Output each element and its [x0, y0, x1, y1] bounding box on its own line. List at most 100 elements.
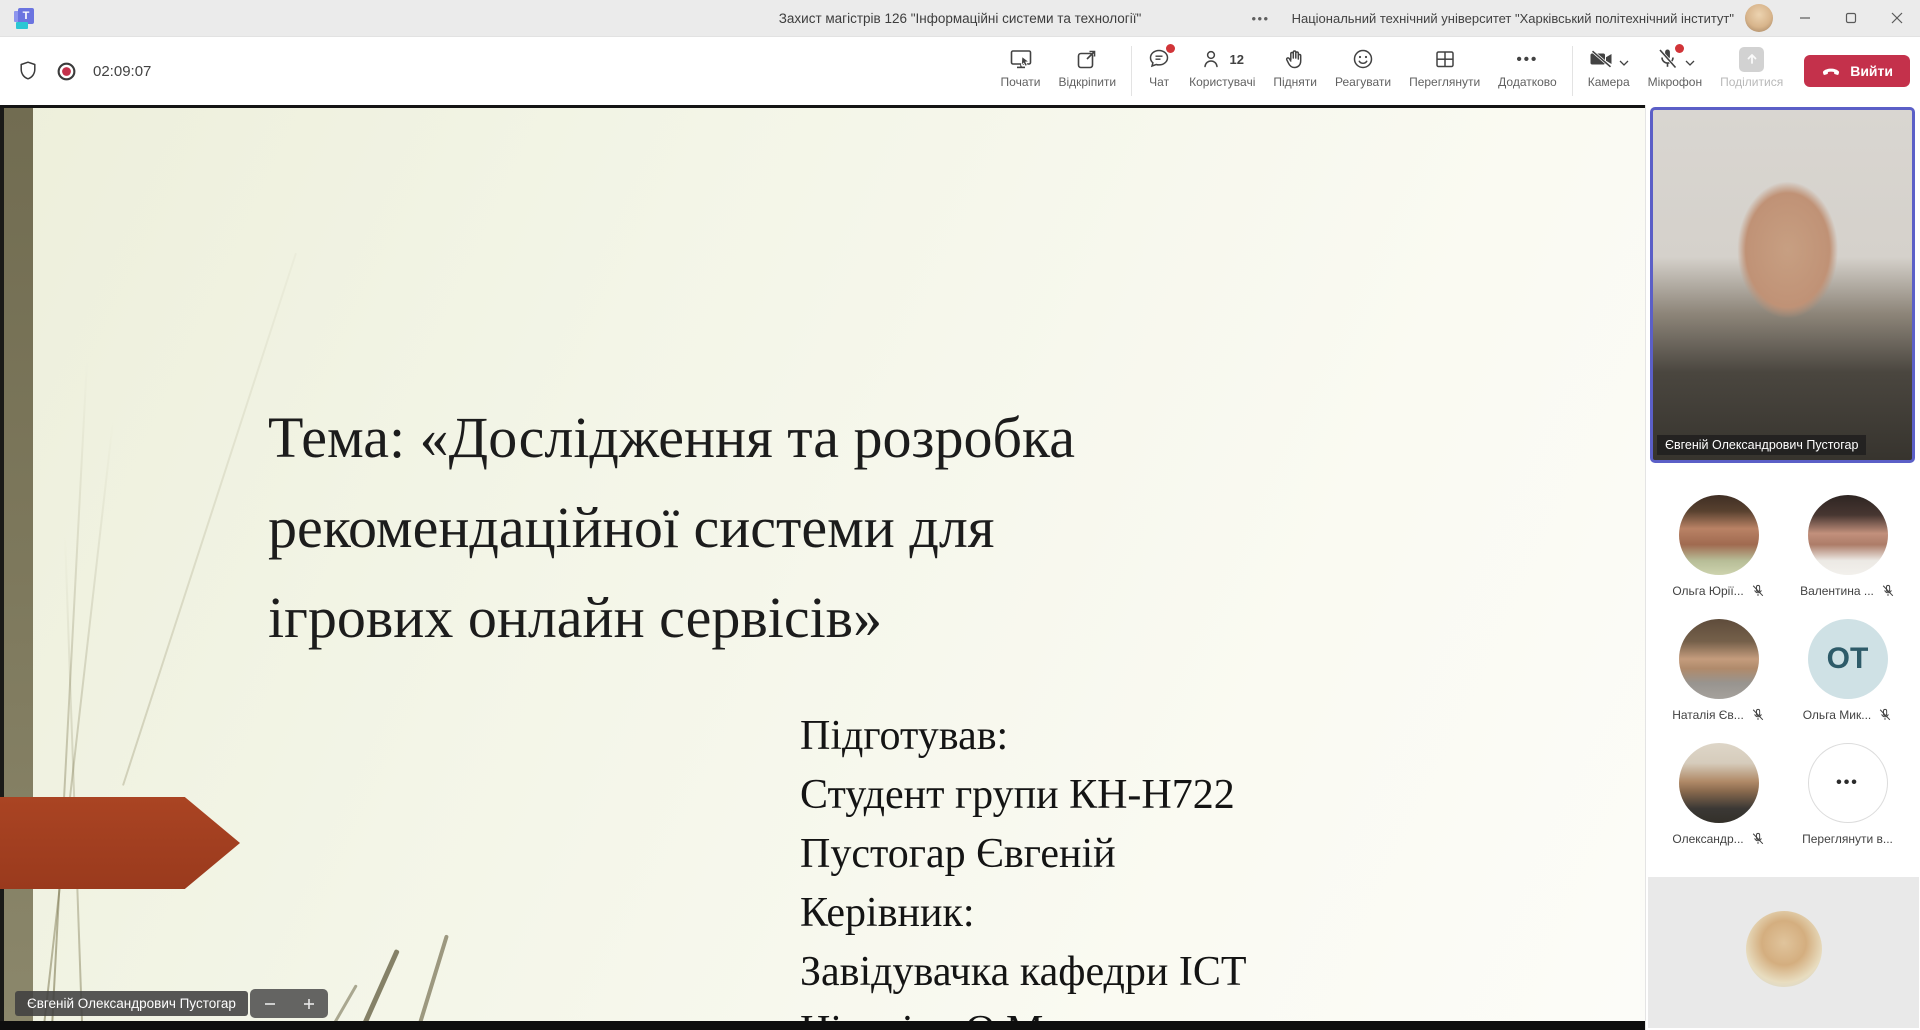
participant-avatar [1679, 619, 1759, 699]
share-screen-button[interactable]: Почати [992, 37, 1050, 105]
zoom-out-button[interactable] [255, 991, 285, 1016]
participant-avatar [1679, 743, 1759, 823]
popout-icon [1075, 47, 1099, 71]
toolbar-divider [1131, 46, 1132, 96]
ellipsis-icon: ••• [1517, 51, 1539, 68]
slide-red-arrow [0, 797, 240, 889]
participant-name: Валентина ... [1800, 584, 1874, 598]
react-button[interactable]: Реагувати [1326, 37, 1400, 105]
meeting-toolbar: 02:09:07 Почати [0, 37, 1920, 105]
recording-indicator-icon [55, 60, 78, 83]
camera-button[interactable]: Камера [1579, 37, 1639, 105]
mic-off-icon [1881, 584, 1895, 598]
wheat-decoration [314, 949, 400, 1030]
mic-off-icon [1751, 832, 1765, 846]
teams-meeting-window: T Захист магістрів 126 "Інформаційні сис… [0, 0, 1920, 1030]
titlebar-overflow-icon[interactable]: ••• [1251, 11, 1269, 26]
user-avatar[interactable] [1745, 4, 1773, 32]
active-speaker-name: Євгеній Олександрович Пустогар [1657, 435, 1866, 455]
participant-name: Наталія Єв... [1672, 708, 1744, 722]
chat-label: Чат [1149, 75, 1169, 89]
more-button[interactable]: ••• Додатково [1489, 37, 1566, 105]
maximize-button[interactable] [1828, 0, 1874, 36]
meeting-title: Захист магістрів 126 "Інформаційні систе… [779, 11, 1141, 26]
participant-tile[interactable]: ОТ Ольга Мик... [1783, 619, 1912, 723]
toolbar-divider [1572, 46, 1573, 96]
leave-button[interactable]: Вийти [1804, 55, 1910, 87]
self-video-tile[interactable] [1648, 877, 1919, 1028]
toolbar-buttons: Почати Відкріпити [992, 37, 1920, 105]
presenter-name-pill: Євгеній Олександрович Пустогар [15, 991, 248, 1016]
shared-slide-area: Тема: «Дослідження та розробка рекоменда… [0, 105, 1645, 1030]
participant-name: Олександр... [1672, 832, 1743, 846]
slide-title: Тема: «Дослідження та розробка рекоменда… [268, 393, 1075, 663]
mic-button[interactable]: Мікрофон [1639, 37, 1711, 105]
slide-body-line: Завідувачка кафедри ІСТ [800, 943, 1247, 1002]
share-arrow-icon [1739, 47, 1764, 72]
titlebar-right: ••• Національний технічний університет "… [1251, 0, 1920, 36]
unpin-button[interactable]: Відкріпити [1049, 37, 1125, 105]
participant-name: Переглянути в... [1802, 832, 1893, 846]
unpin-label: Відкріпити [1058, 75, 1116, 89]
slide-title-line: Тема: «Дослідження та розробка [268, 393, 1075, 483]
people-label: Користувачі [1189, 75, 1255, 89]
participant-tile[interactable]: Валентина ... [1783, 495, 1912, 599]
meeting-timer: 02:09:07 [93, 63, 151, 80]
slide-body-line: Підготував: [800, 707, 1247, 766]
people-icon [1201, 47, 1225, 71]
participant-tile[interactable]: Ольга Юрії... [1654, 495, 1783, 599]
people-button[interactable]: 12 Користувачі [1180, 37, 1264, 105]
slide-title-line: рекомендаційної системи для [268, 483, 1075, 573]
slide-bottom-bar [0, 1021, 1645, 1030]
participant-name: Ольга Юрії... [1672, 584, 1743, 598]
minimize-button[interactable] [1782, 0, 1828, 36]
participants-panel: Євгеній Олександрович Пустогар Ольга Юрі… [1645, 105, 1920, 1030]
shield-icon[interactable] [16, 59, 40, 83]
chat-notification-dot [1166, 44, 1175, 53]
share-content-label: Поділитися [1720, 75, 1783, 89]
teams-logo-icon: T [13, 7, 35, 29]
raise-hand-icon [1283, 47, 1307, 71]
share-content-button[interactable]: Поділитися [1711, 37, 1792, 105]
mic-alert-dot [1675, 44, 1684, 53]
participants-grid: Ольга Юрії... Валентина ... Наталія Єв..… [1654, 495, 1912, 847]
camera-off-icon [1589, 47, 1614, 71]
participant-avatar [1808, 495, 1888, 575]
slide-body-line: Пустогар Євгеній [800, 825, 1247, 884]
slide-body: Підготував: Студент групи КН-Н722 Пустог… [800, 707, 1247, 1030]
toolbar-left: 02:09:07 [0, 37, 151, 105]
leave-label: Вийти [1850, 63, 1893, 79]
self-avatar [1746, 911, 1822, 987]
mic-label: Мікрофон [1648, 75, 1702, 89]
people-count: 12 [1230, 52, 1244, 67]
more-participants-tile[interactable]: ••• Переглянути в... [1783, 743, 1912, 847]
mic-off-icon [1878, 708, 1892, 722]
more-participants-icon: ••• [1808, 743, 1888, 823]
share-screen-label: Почати [1001, 75, 1041, 89]
zoom-controls [250, 989, 328, 1018]
view-button[interactable]: Переглянути [1400, 37, 1489, 105]
mic-chevron-down-icon[interactable] [1685, 60, 1695, 66]
smiley-icon [1351, 47, 1375, 71]
raise-hand-label: Підняти [1273, 75, 1317, 89]
camera-chevron-down-icon[interactable] [1619, 60, 1629, 66]
react-label: Реагувати [1335, 75, 1391, 89]
camera-label: Камера [1588, 75, 1630, 89]
participant-avatar [1679, 495, 1759, 575]
more-label: Додатково [1498, 75, 1557, 89]
call-end-icon [1821, 61, 1841, 81]
view-label: Переглянути [1409, 75, 1480, 89]
active-speaker-tile[interactable]: Євгеній Олександрович Пустогар [1650, 107, 1915, 463]
wheat-decoration [382, 934, 449, 1030]
slide-body-line: Керівник: [800, 884, 1247, 943]
participant-tile[interactable]: Олександр... [1654, 743, 1783, 847]
mic-off-icon [1751, 584, 1765, 598]
screen-share-icon [1009, 47, 1033, 71]
zoom-in-button[interactable] [294, 991, 324, 1016]
raise-hand-button[interactable]: Підняти [1264, 37, 1326, 105]
close-button[interactable] [1874, 0, 1920, 36]
org-name: Національний технічний університет "Харк… [1292, 11, 1734, 26]
chat-button[interactable]: Чат [1138, 37, 1180, 105]
mic-off-icon [1751, 708, 1765, 722]
participant-tile[interactable]: Наталія Єв... [1654, 619, 1783, 723]
